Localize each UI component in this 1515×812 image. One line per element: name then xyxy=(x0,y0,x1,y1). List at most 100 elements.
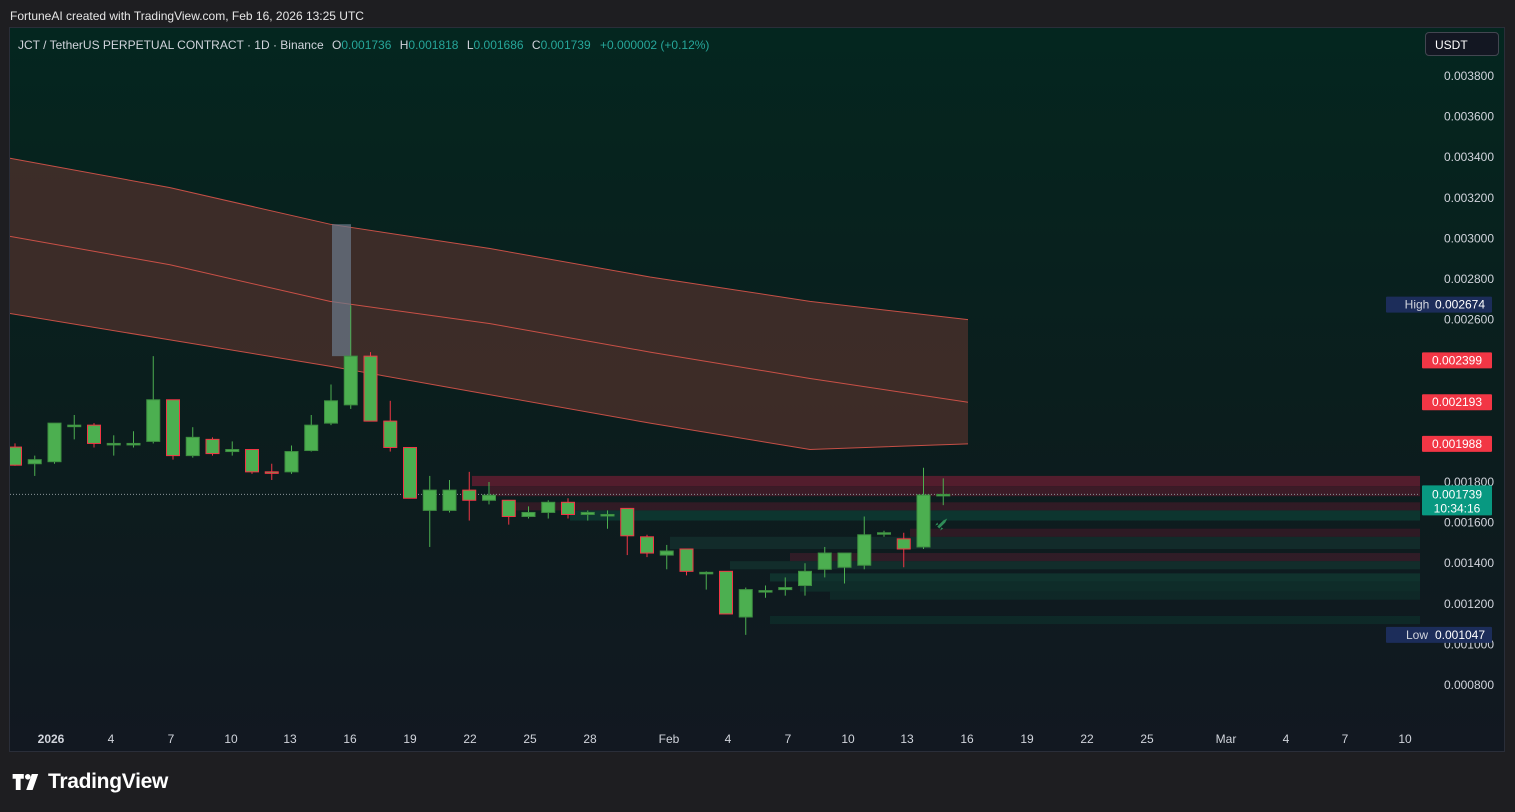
candle-body xyxy=(501,499,516,518)
tradingview-logo-icon xyxy=(12,774,39,790)
currency-button[interactable]: USDT xyxy=(1425,32,1499,56)
candle-body xyxy=(304,424,319,452)
change-value: +0.000002 (+0.12%) xyxy=(600,38,710,52)
candle xyxy=(719,570,733,615)
x-tick-label: 22 xyxy=(1080,732,1094,746)
candle-body xyxy=(837,552,852,568)
high-tag-label: High xyxy=(1405,298,1430,312)
y-tick-label: 0.001400 xyxy=(1444,556,1494,570)
candle-body xyxy=(561,501,575,515)
low-tag-label: Low xyxy=(1406,628,1428,642)
tradingview-brand: TradingView xyxy=(48,770,169,793)
y-tick-label: 0.003400 xyxy=(1444,150,1494,164)
level-tag-label: 0.001988 xyxy=(1432,437,1482,451)
x-tick-label: 13 xyxy=(283,732,297,746)
candle-body xyxy=(817,552,832,570)
x-tick-label: 25 xyxy=(523,732,537,746)
x-tick-label: 25 xyxy=(1140,732,1154,746)
candle-body xyxy=(185,436,200,457)
candle-body xyxy=(719,570,733,615)
y-tick-label: 0.003000 xyxy=(1444,231,1494,245)
zone-box xyxy=(770,573,1420,582)
zone-box xyxy=(830,591,1420,600)
y-tick-label: 0.003200 xyxy=(1444,191,1494,205)
y-tick-label: 0.003800 xyxy=(1444,69,1494,83)
candle-body xyxy=(284,451,299,473)
candle-body xyxy=(896,538,911,550)
x-tick-label: 16 xyxy=(960,732,974,746)
candle-body xyxy=(146,399,161,442)
candle xyxy=(245,449,259,474)
candle xyxy=(205,437,220,456)
level-tag-label: 0.002399 xyxy=(1432,353,1482,367)
symbol-title: JCT / TetherUS PERPETUAL CONTRACT · 1D ·… xyxy=(18,38,324,52)
high-tag-value: 0.002674 xyxy=(1435,298,1485,312)
candle-body xyxy=(245,449,259,473)
x-tick-label: 28 xyxy=(583,732,597,746)
candle xyxy=(363,352,378,422)
x-tick-label: 19 xyxy=(1020,732,1034,746)
candle-body xyxy=(738,589,753,618)
zone-box xyxy=(910,528,1420,537)
candle-body xyxy=(640,536,654,554)
candle-body xyxy=(600,513,615,517)
x-tick-label: 10 xyxy=(224,732,238,746)
price-chart[interactable]: 0.003800 0.003600 0.003400 0.003200 0.003000… xyxy=(10,28,1504,751)
x-tick-label: 2026 xyxy=(38,732,65,746)
candle-body xyxy=(936,493,951,497)
candle-body xyxy=(541,501,556,513)
zone-box xyxy=(472,475,1420,487)
candle-body xyxy=(343,355,358,406)
x-tick-label: 4 xyxy=(725,732,732,746)
candle-body xyxy=(916,494,931,548)
candle-body xyxy=(205,438,220,455)
candle xyxy=(166,399,180,460)
close-label: C xyxy=(531,38,541,52)
candle-body xyxy=(324,400,338,424)
candle xyxy=(679,548,694,576)
close-value: 0.001739 xyxy=(540,38,591,52)
candle-body xyxy=(403,446,417,499)
candle-body xyxy=(798,570,812,587)
zone-box xyxy=(730,561,1420,570)
candle-body xyxy=(106,442,121,446)
countdown-timer: 10:34:16 xyxy=(1434,501,1481,515)
candle-body xyxy=(225,449,240,453)
x-tick-label: 13 xyxy=(900,732,914,746)
y-tick-label: 0.001200 xyxy=(1444,597,1494,611)
x-tick-label: 4 xyxy=(1283,732,1290,746)
candle xyxy=(87,423,101,448)
x-tick-label: 10 xyxy=(1398,732,1412,746)
candle-body xyxy=(442,489,457,511)
level-tag-label: 0.002193 xyxy=(1432,395,1482,409)
x-tick-label: Mar xyxy=(1216,732,1237,746)
tradingview-logo: TradingView xyxy=(12,770,168,794)
candle-body xyxy=(580,511,595,515)
x-tick-label: 16 xyxy=(343,732,357,746)
candle-body xyxy=(482,494,496,501)
zone-box xyxy=(510,502,1420,511)
low-value: 0.001686 xyxy=(473,38,524,52)
attribution-text: FortuneAI created with TradingView.com, … xyxy=(10,9,364,23)
y-tick-label: 0.002600 xyxy=(1444,313,1494,327)
highlight-bar xyxy=(332,224,351,357)
last-price-value: 0.001739 xyxy=(1432,487,1482,501)
low-label: L xyxy=(466,38,474,52)
candle-body xyxy=(778,587,793,591)
x-tick-label: 7 xyxy=(168,732,175,746)
candle-body xyxy=(10,446,22,466)
x-tick-label: 22 xyxy=(463,732,477,746)
candle-body xyxy=(877,532,891,535)
chart-area[interactable]: 0.003800 0.003600 0.003400 0.003200 0.003000… xyxy=(9,27,1505,752)
x-tick-label: 10 xyxy=(841,732,855,746)
y-tick-label: 0.003600 xyxy=(1444,110,1494,124)
y-tick-label: 0.002800 xyxy=(1444,272,1494,286)
x-tick-label: 4 xyxy=(108,732,115,746)
candle-body xyxy=(67,424,82,428)
candle-body xyxy=(758,590,773,593)
candle-body xyxy=(126,442,141,446)
zone-box xyxy=(570,510,1420,521)
x-tick-label: 19 xyxy=(403,732,417,746)
candle-body xyxy=(264,471,279,474)
candle-body xyxy=(27,459,42,465)
